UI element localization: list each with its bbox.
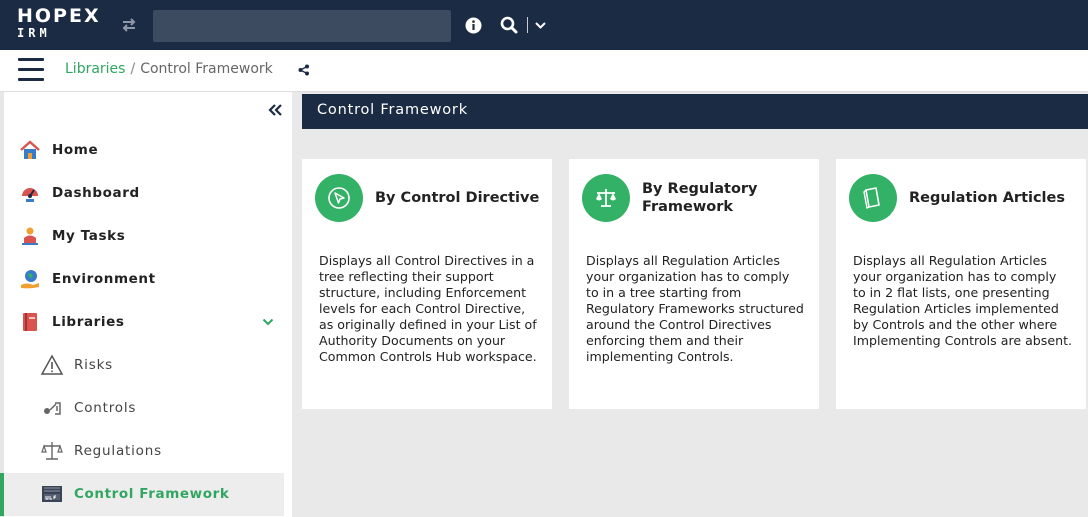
menu-toggle-button[interactable] — [18, 58, 44, 82]
card-title: By Regulatory Framework — [642, 181, 758, 215]
card-description: Displays all Regulation Articles your or… — [586, 253, 804, 364]
divider — [527, 17, 528, 33]
environment-icon — [21, 270, 39, 289]
card-icon-badge — [582, 174, 630, 222]
article-icon — [863, 187, 880, 210]
sidebar-item-label: Risks — [74, 357, 114, 373]
book-icon — [23, 313, 37, 331]
sidebar-item-environment[interactable]: Environment — [4, 258, 284, 301]
logo-main-text: HOPEX — [17, 5, 101, 27]
scales-icon — [41, 442, 63, 460]
chevron-down-icon[interactable] — [262, 317, 274, 327]
sidebar-item-label: Control Framework — [74, 486, 230, 502]
card-by-control-directive[interactable]: By Control Directive Displays all Contro… — [302, 159, 552, 409]
sidebar-item-my-tasks[interactable]: My Tasks — [4, 215, 284, 258]
chevron-down-icon[interactable] — [534, 19, 547, 32]
sidebar-item-control-framework[interactable]: Control Framework — [0, 473, 284, 516]
card-title: By Control Directive — [375, 190, 540, 206]
sidebar-item-label: Controls — [74, 400, 137, 416]
sidebar-item-label: Home — [52, 142, 99, 158]
sidebar: Home Dashboard My Tasks Environment Libr… — [0, 92, 292, 517]
cursor-icon — [328, 187, 350, 209]
card-regulation-articles[interactable]: Regulation Articles Displays all Regulat… — [836, 159, 1086, 409]
sidebar-item-label: Environment — [52, 271, 156, 287]
warning-triangle-icon — [41, 354, 63, 375]
info-icon[interactable] — [465, 17, 482, 34]
sidebar-item-controls[interactable]: Controls — [4, 387, 284, 430]
dashboard-icon — [22, 188, 38, 202]
app-logo[interactable]: HOPEX IRM — [17, 6, 101, 39]
sidebar-item-label: Libraries — [52, 314, 125, 330]
home-icon — [20, 140, 40, 159]
controls-icon — [44, 402, 61, 415]
page-title: Control Framework — [317, 102, 468, 118]
card-description: Displays all Regulation Articles your or… — [853, 253, 1073, 348]
sidebar-item-dashboard[interactable]: Dashboard — [4, 172, 284, 215]
sidebar-item-label: Regulations — [74, 443, 162, 459]
breadcrumb-separator: / — [130, 61, 136, 77]
share-icon[interactable] — [298, 64, 310, 76]
card-by-regulatory-framework[interactable]: By Regulatory Framework Displays all Reg… — [569, 159, 819, 409]
ucf-icon — [42, 486, 62, 502]
page-header: Control Framework — [302, 94, 1088, 129]
sidebar-item-label: My Tasks — [52, 228, 126, 244]
top-bar: HOPEX IRM — [0, 0, 1088, 50]
card-description: Displays all Control Directives in a tre… — [319, 253, 537, 364]
card-icon-badge — [315, 174, 363, 222]
double-chevron-left-icon[interactable] — [267, 102, 283, 118]
sidebar-item-label: Dashboard — [52, 185, 140, 201]
breadcrumb-libraries-link[interactable]: Libraries — [65, 61, 125, 77]
logo-sub-text: IRM — [17, 26, 51, 40]
search-icon[interactable] — [500, 16, 518, 34]
card-title: Regulation Articles — [909, 190, 1065, 206]
card-icon-badge — [849, 174, 897, 222]
breadcrumb-current: Control Framework — [140, 61, 273, 77]
breadcrumb-bar: Libraries / Control Framework — [0, 50, 1088, 92]
breadcrumb: Libraries / Control Framework — [65, 61, 273, 77]
sidebar-item-libraries[interactable]: Libraries — [4, 301, 284, 344]
swap-arrows-icon[interactable] — [120, 16, 138, 34]
scales-icon — [596, 189, 616, 207]
sidebar-item-regulations[interactable]: Regulations — [4, 430, 284, 473]
sidebar-item-home[interactable]: Home — [4, 129, 284, 172]
tasks-icon — [22, 227, 38, 245]
sidebar-item-risks[interactable]: Risks — [4, 344, 284, 387]
search-input[interactable] — [153, 10, 451, 42]
